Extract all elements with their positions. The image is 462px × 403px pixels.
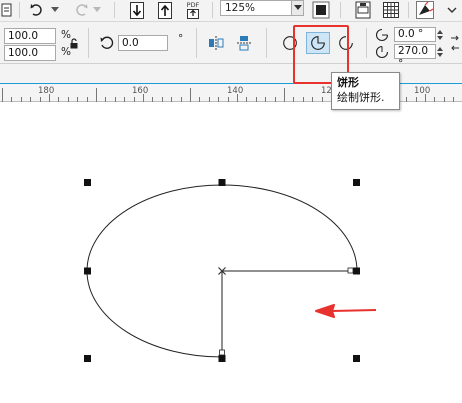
snap-icon (355, 1, 371, 19)
lock-ratio-button[interactable] (68, 36, 80, 50)
selection-handle[interactable] (353, 179, 360, 186)
mirror-horizontal-button[interactable] (206, 33, 226, 53)
ruler-label: 140 (227, 86, 244, 96)
direction-toggle-button[interactable] (448, 32, 462, 54)
mirror-vertical-button[interactable] (234, 33, 254, 53)
arc-end-node[interactable] (219, 349, 225, 356)
scale-x-input[interactable]: 100.0 (4, 28, 56, 44)
drawing-surface (84, 179, 377, 362)
chevron-down-icon (447, 7, 457, 13)
export-icon[interactable] (156, 1, 174, 20)
end-angle-input[interactable]: 270.0 ° (394, 44, 436, 70)
tooltip-description: 绘制饼形. (337, 91, 385, 104)
arc-start-node[interactable] (347, 267, 354, 274)
full-screen-preview-button[interactable] (310, 0, 332, 20)
zoom-dropdown-button[interactable] (292, 0, 304, 16)
selection-handle[interactable] (353, 355, 360, 362)
pdf-icon (187, 8, 199, 19)
ruler-label: 160 (132, 86, 149, 96)
rotate-icon (100, 36, 114, 49)
zoom-level-input[interactable]: 125% (220, 0, 292, 16)
selection-handle[interactable] (84, 355, 91, 362)
import-icon[interactable] (128, 1, 146, 20)
full-screen-icon (312, 1, 330, 19)
standard-toolbar: PDF 125% (0, 0, 462, 22)
undo-dropdown-icon[interactable] (50, 3, 60, 17)
undo-icon[interactable] (28, 1, 46, 19)
chevron-down-icon (293, 5, 302, 10)
overflow-button[interactable] (442, 0, 462, 20)
selection-handle[interactable] (218, 179, 226, 186)
lock-icon (70, 37, 78, 48)
start-angle-icon (375, 28, 389, 42)
selection-handle[interactable] (84, 179, 91, 186)
rotation-unit: ° (178, 33, 184, 45)
grid-button[interactable] (380, 0, 402, 20)
selection-handle[interactable] (353, 267, 360, 275)
drawing-canvas[interactable] (0, 103, 462, 403)
pdf-label: PDF (186, 0, 200, 9)
end-angle-spinner[interactable] (436, 44, 444, 59)
direction-toggle-icon (451, 35, 459, 51)
start-angle-label (374, 27, 390, 43)
new-document-icon[interactable] (0, 1, 14, 19)
redo-dropdown-icon[interactable] (92, 3, 102, 17)
end-angle-label (374, 44, 390, 60)
grid-icon (383, 2, 399, 18)
ruler-label: 180 (38, 86, 55, 96)
tooltip-title: 饼形 (337, 76, 359, 89)
property-bar: 100.0 % 100.0 % 0.0 ° 0.0 ° 270.0 ° (0, 22, 462, 70)
mirror-vertical-icon (237, 36, 251, 51)
dynamic-guides-button[interactable] (414, 0, 436, 20)
publish-pdf-button[interactable]: PDF (182, 0, 204, 20)
red-annotation-arrow (315, 304, 377, 318)
dynamic-guides-icon (416, 1, 434, 19)
tooltip: 饼形 绘制饼形. (331, 72, 400, 110)
mirror-horizontal-icon (209, 36, 224, 50)
snap-to-button[interactable] (352, 0, 374, 20)
ruler-label: 100 (414, 86, 431, 96)
end-angle-icon (375, 45, 389, 59)
rotation-label (98, 34, 116, 52)
rotation-angle-input[interactable]: 0.0 (118, 35, 168, 51)
selection-handle[interactable] (84, 267, 91, 275)
start-angle-input[interactable]: 0.0 ° (394, 27, 436, 42)
start-angle-spinner[interactable] (436, 27, 444, 42)
scale-y-input[interactable]: 100.0 (4, 45, 56, 61)
redo-icon[interactable] (72, 1, 90, 19)
selection-handle[interactable] (218, 355, 226, 362)
